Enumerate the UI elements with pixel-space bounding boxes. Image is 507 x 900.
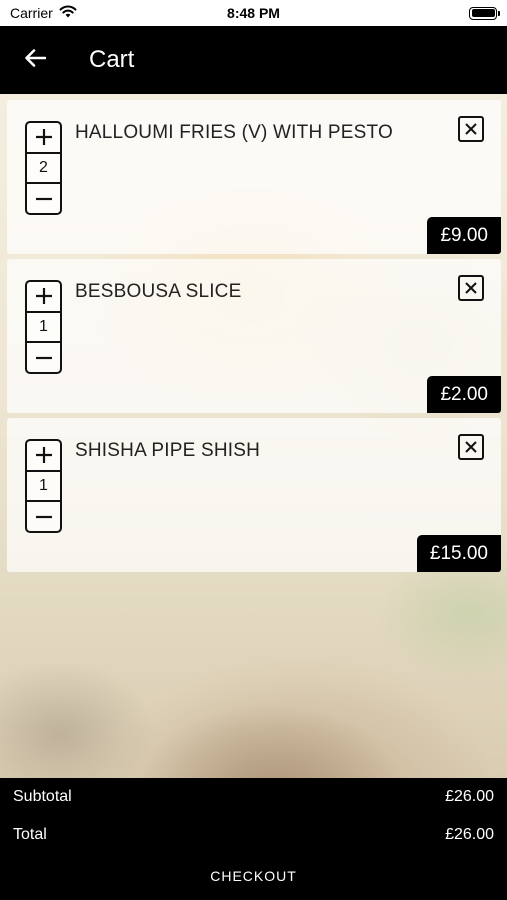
cart-item: 1 BESBOUSA SLICE £2.00	[7, 259, 501, 413]
arrow-left-icon	[24, 48, 47, 72]
item-name: HALLOUMI FRIES (V) WITH PESTO	[75, 122, 393, 143]
remove-item-button[interactable]	[458, 434, 484, 460]
increase-quantity-button[interactable]	[27, 441, 60, 470]
close-icon	[465, 282, 477, 294]
cart-item: 2 HALLOUMI FRIES (V) WITH PESTO £9.00	[7, 100, 501, 254]
item-price: £2.00	[427, 376, 501, 413]
quantity-value: 2	[27, 151, 60, 183]
cart-list: 2 HALLOUMI FRIES (V) WITH PESTO £9.00 1 …	[7, 100, 501, 577]
increase-quantity-button[interactable]	[27, 282, 60, 311]
status-bar: Carrier 8:48 PM	[0, 0, 507, 26]
remove-item-button[interactable]	[458, 275, 484, 301]
close-icon	[465, 441, 477, 453]
checkout-button[interactable]: CHECKOUT	[0, 868, 507, 884]
item-name: SHISHA PIPE SHISH	[75, 440, 261, 461]
item-name: BESBOUSA SLICE	[75, 281, 242, 302]
plus-icon	[35, 447, 52, 464]
cart-item: 1 SHISHA PIPE SHISH £15.00	[7, 418, 501, 572]
minus-icon	[35, 197, 52, 200]
quantity-stepper: 1	[25, 439, 62, 533]
quantity-value: 1	[27, 469, 60, 501]
subtotal-row: Subtotal £26.00	[13, 788, 494, 806]
quantity-stepper: 1	[25, 280, 62, 374]
remove-item-button[interactable]	[458, 116, 484, 142]
close-icon	[465, 123, 477, 135]
decrease-quantity-button[interactable]	[27, 341, 60, 372]
plus-icon	[35, 129, 52, 146]
page-title: Cart	[89, 46, 135, 73]
back-button[interactable]	[0, 26, 70, 94]
total-row: Total £26.00	[13, 826, 494, 844]
minus-icon	[35, 356, 52, 359]
minus-icon	[35, 515, 52, 518]
nav-bar: Cart	[0, 26, 507, 94]
decrease-quantity-button[interactable]	[27, 500, 60, 531]
status-left: Carrier	[10, 5, 77, 21]
quantity-stepper: 2	[25, 121, 62, 215]
wifi-icon	[59, 5, 77, 21]
subtotal-label: Subtotal	[13, 788, 72, 805]
order-summary: Subtotal £26.00 Total £26.00 CHECKOUT	[0, 778, 507, 900]
plus-icon	[35, 288, 52, 305]
battery-icon	[469, 6, 500, 20]
increase-quantity-button[interactable]	[27, 123, 60, 152]
item-price: £9.00	[427, 217, 501, 254]
total-label: Total	[13, 826, 47, 843]
decrease-quantity-button[interactable]	[27, 182, 60, 213]
carrier-label: Carrier	[10, 5, 53, 21]
quantity-value: 1	[27, 310, 60, 342]
item-price: £15.00	[416, 535, 501, 572]
subtotal-value: £26.00	[445, 788, 494, 805]
total-value: £26.00	[445, 826, 494, 843]
